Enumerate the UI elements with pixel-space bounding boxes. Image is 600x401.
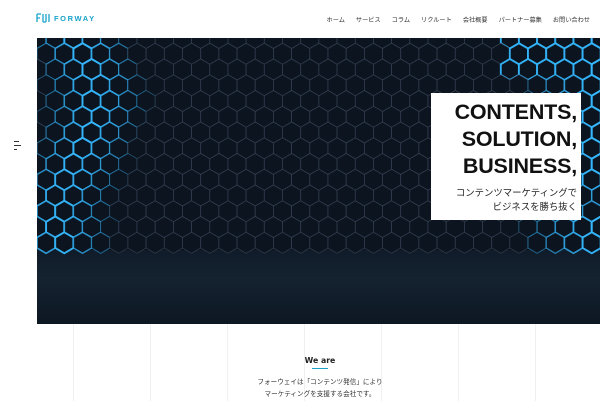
nav-item-column[interactable]: コラム xyxy=(392,15,410,24)
intro-line-1: フォーウェイは「コンテンツ発信」により xyxy=(257,378,383,386)
nav-item-service[interactable]: サービス xyxy=(356,15,381,24)
heading-underline xyxy=(312,368,328,370)
logo-mark-icon xyxy=(36,13,50,23)
site-header: FORWAY ホーム サービス コラム リクルート 会社概要 パートナー募集 お… xyxy=(0,0,600,38)
main-nav: ホーム サービス コラム リクルート 会社概要 パートナー募集 お問い合わせ xyxy=(327,15,590,24)
hero-headline: CONTENTS, SOLUTION, BUSINESS, xyxy=(454,99,578,180)
about-intro: フォーウェイは「コンテンツ発信」により マーケティングを支援する会社です。 xyxy=(0,377,600,400)
nav-item-recruit[interactable]: リクルート xyxy=(421,15,452,24)
menu-icon[interactable] xyxy=(14,138,22,152)
about-heading: We are xyxy=(304,356,336,365)
site-logo[interactable]: FORWAY xyxy=(36,13,96,23)
subline-2: ビジネスを勝ち抜く xyxy=(492,202,577,213)
nav-item-partner[interactable]: パートナー募集 xyxy=(499,15,542,24)
logo-text: FORWAY xyxy=(54,13,96,23)
hero-subline: コンテンツマーケティングで ビジネスを勝ち抜く xyxy=(456,187,577,215)
headline-line-1: CONTENTS, xyxy=(454,100,578,124)
headline-line-3: BUSINESS, xyxy=(462,154,577,178)
headline-line-2: SOLUTION, xyxy=(461,127,577,151)
intro-line-2: マーケティングを支援する会社です。 xyxy=(264,389,376,398)
nav-item-contact[interactable]: お問い合わせ xyxy=(553,15,590,24)
subline-1: コンテンツマーケティングで xyxy=(455,188,577,199)
hero-text-panel: CONTENTS, SOLUTION, BUSINESS, コンテンツマーケティ… xyxy=(431,93,581,220)
nav-item-home[interactable]: ホーム xyxy=(327,15,345,24)
nav-item-company[interactable]: 会社概要 xyxy=(463,15,488,24)
